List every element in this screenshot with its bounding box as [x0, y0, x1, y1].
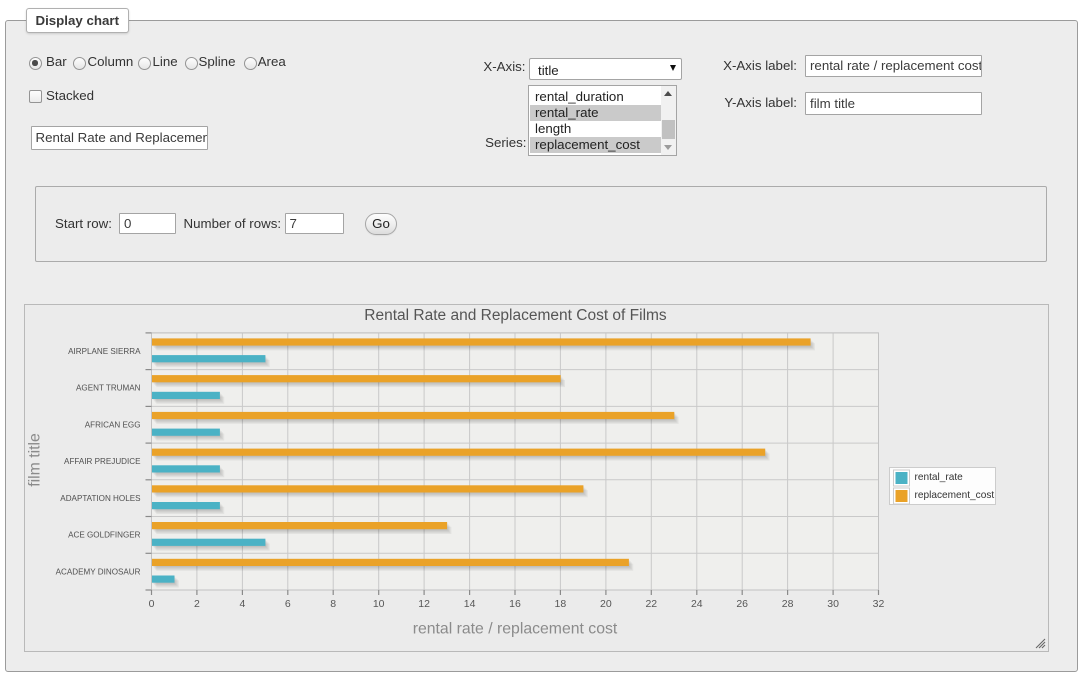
- svg-text:AGENT TRUMAN: AGENT TRUMAN: [76, 384, 141, 393]
- svg-text:rental_rate: rental_rate: [915, 472, 964, 483]
- svg-text:24: 24: [691, 598, 703, 610]
- svg-text:0: 0: [149, 598, 155, 610]
- svg-text:AFRICAN EGG: AFRICAN EGG: [85, 420, 141, 429]
- svg-text:28: 28: [782, 598, 794, 610]
- svg-text:AFFAIR PREJUDICE: AFFAIR PREJUDICE: [64, 457, 141, 466]
- svg-text:ACADEMY DINOSAUR: ACADEMY DINOSAUR: [56, 567, 141, 576]
- svg-text:2: 2: [194, 598, 200, 610]
- svg-text:rental rate / replacement cost: rental rate / replacement cost: [413, 621, 618, 638]
- svg-text:8: 8: [330, 598, 336, 610]
- svg-text:10: 10: [373, 598, 385, 610]
- svg-text:22: 22: [645, 598, 657, 610]
- svg-text:film title: film title: [27, 433, 44, 487]
- svg-text:replacement_cost: replacement_cost: [915, 490, 995, 501]
- svg-text:6: 6: [285, 598, 291, 610]
- svg-text:32: 32: [873, 598, 885, 610]
- svg-text:30: 30: [827, 598, 839, 610]
- svg-text:12: 12: [418, 598, 430, 610]
- svg-text:16: 16: [509, 598, 521, 610]
- svg-text:4: 4: [239, 598, 245, 610]
- svg-text:ACE GOLDFINGER: ACE GOLDFINGER: [68, 531, 141, 540]
- svg-text:20: 20: [600, 598, 612, 610]
- svg-text:Rental Rate and Replacement Co: Rental Rate and Replacement Cost of Film…: [364, 307, 667, 324]
- svg-text:AIRPLANE SIERRA: AIRPLANE SIERRA: [68, 347, 141, 356]
- svg-text:14: 14: [464, 598, 476, 610]
- svg-text:ADAPTATION HOLES: ADAPTATION HOLES: [60, 494, 141, 503]
- svg-text:18: 18: [555, 598, 567, 610]
- svg-text:26: 26: [736, 598, 748, 610]
